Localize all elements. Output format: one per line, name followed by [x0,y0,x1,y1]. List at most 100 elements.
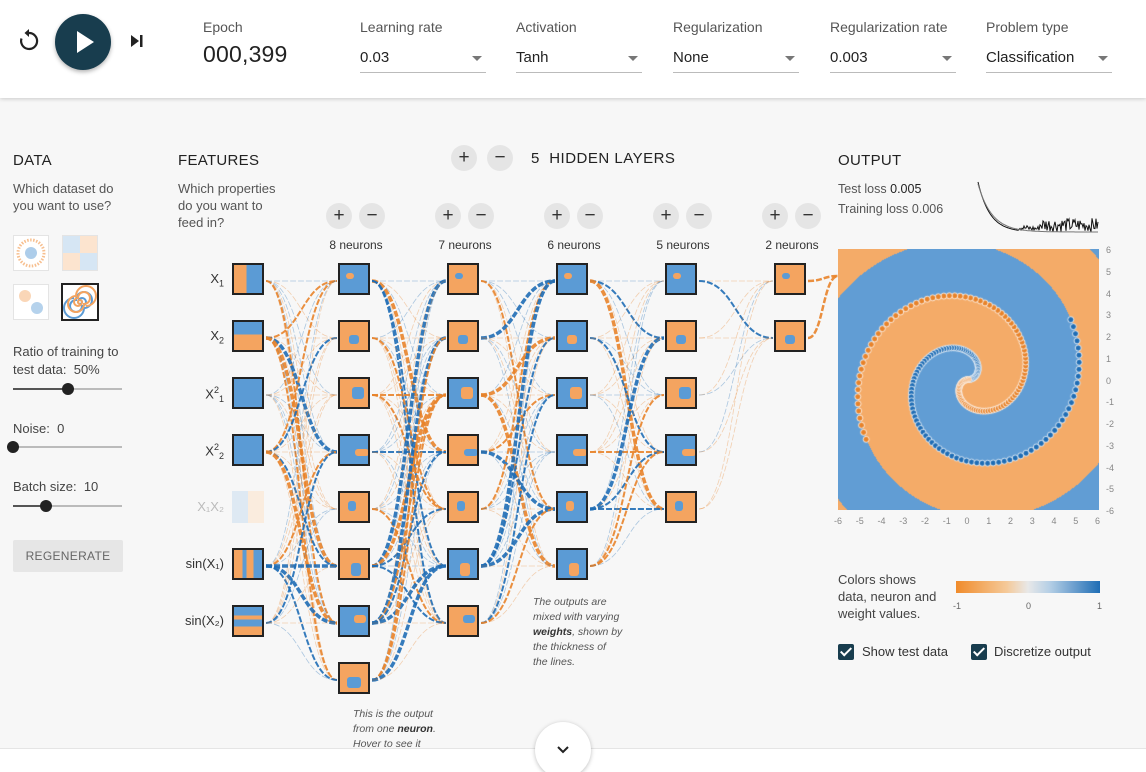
regularization-select[interactable]: None [673,47,799,73]
weight-link [371,279,447,568]
dataset-circle[interactable] [13,235,49,271]
neuron-node[interactable] [447,320,479,352]
weight-link [371,451,447,510]
neuron-node[interactable] [665,263,697,295]
neuron-node[interactable] [338,662,370,694]
chevron-down-icon [942,56,952,61]
ratio-slider[interactable] [13,383,122,395]
weight-link [371,394,447,624]
neuron-node[interactable] [774,263,806,295]
add-neuron-button[interactable]: + [435,203,461,229]
remove-neuron-button[interactable]: − [577,203,603,229]
weight-link [371,280,447,396]
weight-link [371,508,447,567]
reset-icon[interactable] [16,28,42,54]
step-forward-icon[interactable] [126,30,148,52]
feature-node[interactable] [232,377,264,409]
neuron-node[interactable] [338,605,370,637]
neuron-node[interactable] [338,320,370,352]
weight-link [371,394,447,681]
remove-layer-button[interactable]: − [487,145,513,171]
feature-node[interactable] [232,605,264,637]
add-neuron-button[interactable]: + [544,203,570,229]
neuron-node[interactable] [338,377,370,409]
remove-neuron-button[interactable]: − [795,203,821,229]
plus-icon: + [458,147,470,168]
neuron-node[interactable] [447,491,479,523]
test-loss-label: Test loss [838,182,887,196]
add-neuron-button[interactable]: + [762,203,788,229]
neuron-node[interactable] [338,263,370,295]
neuron-node[interactable] [556,320,588,352]
neuron-pattern [458,335,468,344]
neuron-node[interactable] [338,434,370,466]
color-scale-bar [956,581,1100,593]
batch-size-slider[interactable] [13,500,122,512]
dataset-xor[interactable] [62,235,98,271]
dataset-gaussian[interactable] [13,284,49,320]
play-icon [77,31,94,53]
ratio-value: 50% [73,362,100,377]
regenerate-button[interactable]: REGENERATE [13,540,123,572]
discretize-output-checkbox[interactable] [971,644,987,660]
activation-select[interactable]: Tanh [516,47,642,73]
weight-link [265,508,338,624]
neuron-node[interactable] [447,263,479,295]
add-neuron-button[interactable]: + [326,203,352,229]
weight-link [371,280,447,453]
output-heatmap[interactable] [838,249,1099,510]
feature-node[interactable] [232,434,264,466]
neuron-node[interactable] [447,548,479,580]
feature-node[interactable] [232,320,264,352]
neuron-pattern [461,387,473,399]
dataset-spiral[interactable] [61,283,99,321]
chevron-down-icon [785,56,795,61]
add-neuron-button[interactable]: + [653,203,679,229]
remove-neuron-button[interactable]: − [468,203,494,229]
neuron-pattern [354,615,366,623]
neuron-node[interactable] [338,548,370,580]
neuron-node[interactable] [665,491,697,523]
add-layer-button[interactable]: + [451,145,477,171]
weight-link [265,394,338,510]
feature-node[interactable] [232,548,264,580]
remove-neuron-button[interactable]: − [686,203,712,229]
ratio-slider-handle[interactable] [61,383,74,395]
neuron-node[interactable] [556,548,588,580]
scroll-down-button[interactable] [535,722,591,772]
y-axis-tick: -4 [1106,462,1115,473]
weight-link [480,507,556,568]
neuron-node[interactable] [447,434,479,466]
neuron-node[interactable] [556,377,588,409]
neuron-node[interactable] [338,491,370,523]
play-button[interactable] [55,14,111,70]
regularization-rate-select[interactable]: 0.003 [830,47,956,73]
neuron-count-label: 8 neurons [329,238,383,252]
weight-link [589,280,665,339]
neuron-node[interactable] [556,263,588,295]
feature-node[interactable] [232,263,264,295]
feature-node[interactable] [232,491,264,523]
neuron-node[interactable] [447,377,479,409]
x-axis-tick: 4 [1051,516,1057,526]
neuron-node[interactable] [447,605,479,637]
neuron-node[interactable] [556,434,588,466]
weight-link [265,394,338,681]
weight-link [589,280,665,396]
problem-type-select[interactable]: Classification [986,47,1112,73]
feature-label: X1 [210,271,224,289]
neuron-node[interactable] [665,434,697,466]
noise-slider-handle[interactable] [7,441,19,453]
weight-link [371,280,447,339]
remove-neuron-button[interactable]: − [359,203,385,229]
learning-rate-select[interactable]: 0.03 [360,47,486,73]
show-test-data-checkbox[interactable] [838,644,854,660]
weight-link [371,564,447,625]
neuron-node[interactable] [665,320,697,352]
neuron-node[interactable] [556,491,588,523]
weight-link [265,280,338,396]
neuron-node[interactable] [774,320,806,352]
neuron-node[interactable] [665,377,697,409]
noise-slider[interactable] [7,441,122,453]
batch-slider-handle[interactable] [39,500,52,512]
